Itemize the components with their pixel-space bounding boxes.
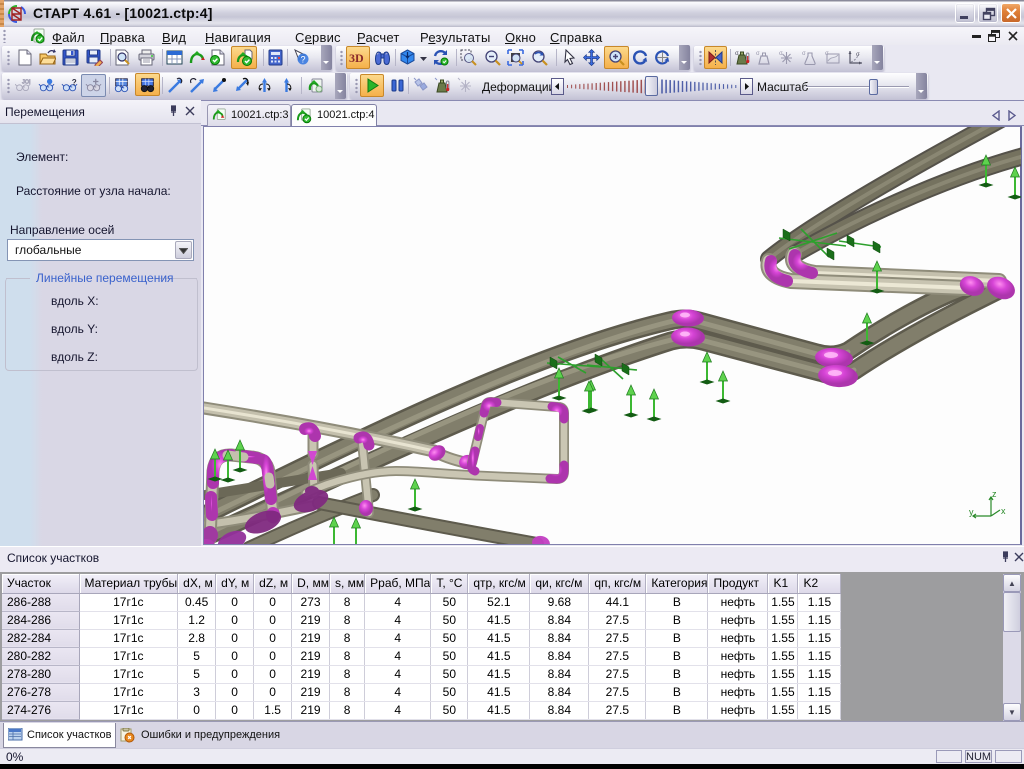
svg-text:JOI: JOI <box>22 79 30 85</box>
svg-text:y: y <box>969 507 974 517</box>
svg-text:x: x <box>1001 506 1006 516</box>
svg-text:z: z <box>992 489 997 499</box>
svg-text:σ: σ <box>779 51 783 57</box>
svg-text:?: ? <box>72 78 77 87</box>
svg-text:σ: σ <box>756 51 760 57</box>
svg-text:σ: σ <box>825 51 829 57</box>
svg-text:σ: σ <box>735 51 739 57</box>
svg-text:σ: σ <box>856 52 860 58</box>
svg-text:?: ? <box>300 55 305 65</box>
svg-text:σ: σ <box>802 51 806 57</box>
